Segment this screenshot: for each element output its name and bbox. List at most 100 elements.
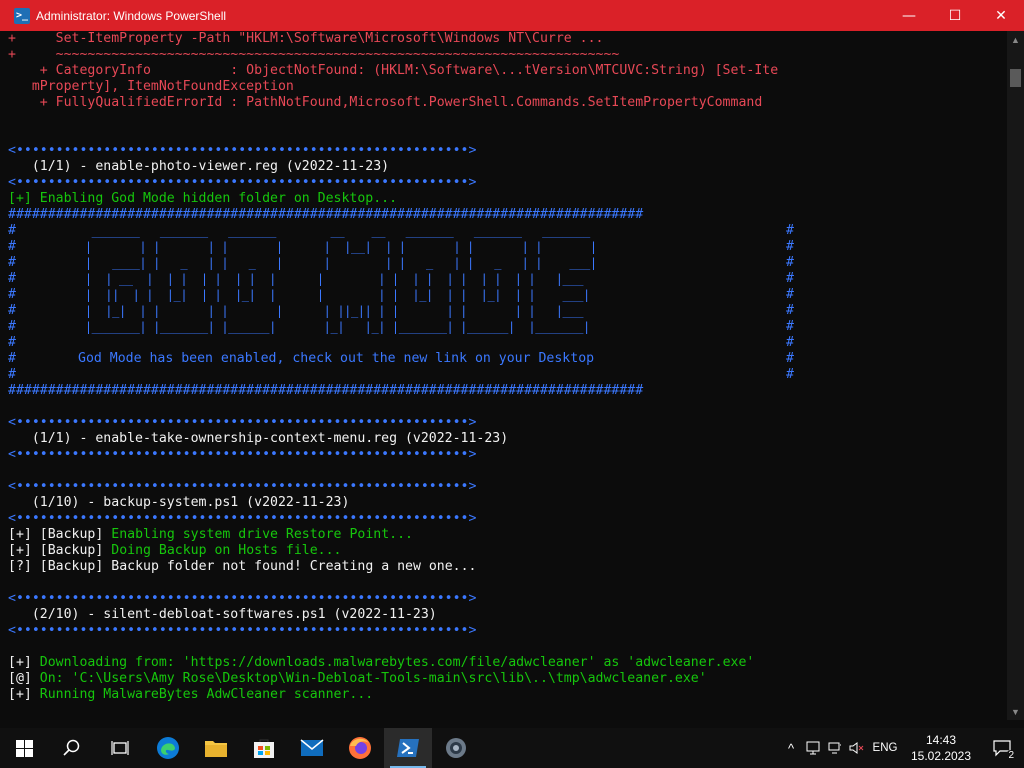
- minimize-icon: —: [902, 7, 916, 24]
- maximize-button[interactable]: ☐: [932, 0, 978, 31]
- minimize-button[interactable]: —: [886, 0, 932, 31]
- show-hidden-icons-button[interactable]: ^: [780, 728, 802, 768]
- hash-side-right: #: [786, 223, 794, 238]
- backup-line: [+] [Backup] Doing Backup on Hosts file.…: [8, 543, 342, 558]
- hash-side-right: #: [786, 271, 794, 286]
- hash-side-right: #: [786, 239, 794, 254]
- godmode-status-line: [+] Enabling God Mode hidden folder on D…: [8, 191, 398, 206]
- hash-side-left: #: [8, 367, 16, 382]
- hash-side-left: #: [8, 255, 16, 270]
- system-tray: ^ ENG 14:43 15.02.2023 2: [780, 728, 1024, 768]
- notification-count-badge: 2: [1006, 750, 1016, 761]
- download-line: [+] Running MalwareBytes AdwCleaner scan…: [8, 687, 374, 702]
- edge-button[interactable]: [144, 728, 192, 768]
- hash-border-bottom: ########################################…: [8, 383, 644, 398]
- hash-side-right: #: [786, 351, 794, 366]
- folder-icon: [205, 741, 227, 757]
- file-explorer-button[interactable]: [192, 728, 240, 768]
- mail-button[interactable]: [288, 728, 336, 768]
- taskbar: ^ ENG 14:43 15.02.2023 2: [0, 728, 1024, 768]
- separator-line: <•••••••••••••••••••••••••••••••••••••••…: [8, 623, 477, 638]
- section-title: (1/1) - enable-take-ownership-context-me…: [8, 431, 509, 446]
- clock-date: 15.02.2023: [910, 749, 972, 763]
- store-icon: [254, 739, 274, 758]
- download-line: [+] Downloading from: 'https://downloads…: [8, 655, 755, 670]
- search-icon: [63, 739, 80, 756]
- hash-side-right: #: [786, 303, 794, 318]
- chevron-up-icon: ^: [787, 740, 795, 756]
- error-line: + Set-ItemProperty -Path "HKLM:\Software…: [8, 31, 604, 46]
- hash-side-left: #: [8, 351, 16, 366]
- edge-icon: [157, 737, 179, 759]
- backup-line: [+] [Backup] Enabling system drive Resto…: [8, 527, 413, 542]
- close-icon: ✕: [995, 7, 1007, 24]
- monitor-icon: [828, 742, 841, 754]
- hash-side-left: #: [8, 239, 16, 254]
- godmode-message: God Mode has been enabled, check out the…: [78, 351, 595, 366]
- mail-icon: [300, 739, 324, 756]
- hash-side-right: #: [786, 255, 794, 270]
- separator-line: <•••••••••••••••••••••••••••••••••••••••…: [8, 591, 477, 606]
- section-title: (2/10) - silent-debloat-softwares.ps1 (v…: [8, 607, 437, 622]
- firefox-button[interactable]: [336, 728, 384, 768]
- hash-side-right: #: [786, 335, 794, 350]
- backup-line: [?] [Backup] Backup folder not found! Cr…: [8, 559, 477, 574]
- start-button[interactable]: [0, 728, 48, 768]
- separator-line: <•••••••••••••••••••••••••••••••••••••••…: [8, 175, 477, 190]
- error-line: mProperty], ItemNotFoundException: [8, 79, 294, 94]
- godmode-art-line: _______ _______ _______ __ __ _______ __…: [78, 224, 597, 238]
- error-line: + ~~~~~~~~~~~~~~~~~~~~~~~~~~~~~~~~~~~~~~…: [8, 47, 620, 62]
- separator-line: <•••••••••••••••••••••••••••••••••••••••…: [8, 415, 477, 430]
- hash-side-right: #: [786, 367, 794, 382]
- separator-line: <•••••••••••••••••••••••••••••••••••••••…: [8, 447, 477, 462]
- section-title: (1/10) - backup-system.ps1 (v2022-11-23): [8, 495, 350, 510]
- vertical-scrollbar[interactable]: ▲ ▼: [1007, 31, 1024, 720]
- godmode-art-line: | |_| | | | | | | ||_|| | | | | | | |___: [78, 304, 590, 318]
- godmode-art-line: | ____| | _ | | _ | | | | _ | | _ | | __…: [78, 256, 597, 270]
- language-indicator[interactable]: ENG: [868, 742, 902, 754]
- scroll-up-icon[interactable]: ▲: [1007, 31, 1024, 48]
- error-line: + CategoryInfo : ObjectNotFound: (HKLM:\…: [8, 63, 779, 78]
- task-view-button[interactable]: [96, 728, 144, 768]
- clock-time: 14:43: [925, 733, 957, 747]
- firefox-icon: [349, 737, 371, 759]
- console-output[interactable]: + Set-ItemProperty -Path "HKLM:\Software…: [0, 31, 1000, 720]
- window-titlebar[interactable]: >_ Administrator: Windows PowerShell — ☐…: [0, 0, 1024, 31]
- section-title: (1/1) - enable-photo-viewer.reg (v2022-1…: [8, 159, 390, 174]
- hash-border-top: ########################################…: [8, 207, 644, 222]
- action-center-button[interactable]: 2: [980, 728, 1024, 768]
- scrollbar-thumb[interactable]: [1010, 69, 1021, 87]
- store-button[interactable]: [240, 728, 288, 768]
- hash-side-left: #: [8, 223, 16, 238]
- powershell-icon: >_: [14, 7, 30, 24]
- task-view-icon: [111, 741, 129, 755]
- settings-button[interactable]: [432, 728, 480, 768]
- powershell-icon: [397, 739, 419, 757]
- hash-side-left: #: [8, 303, 16, 318]
- scroll-down-icon[interactable]: ▼: [1007, 703, 1024, 720]
- close-button[interactable]: ✕: [978, 0, 1024, 31]
- tray-icon-2[interactable]: [824, 728, 846, 768]
- gear-icon: [446, 738, 466, 758]
- hash-side-left: #: [8, 287, 16, 302]
- godmode-art-line: |_______| |_______| |______| |_| |_| |__…: [78, 320, 590, 334]
- hash-side-left: #: [8, 319, 16, 334]
- download-line: [@] On: 'C:\Users\Amy Rose\Desktop\Win-D…: [8, 671, 707, 686]
- search-button[interactable]: [48, 728, 96, 768]
- hash-side-left: #: [8, 335, 16, 350]
- clock[interactable]: 14:43 15.02.2023: [902, 732, 980, 764]
- separator-line: <•••••••••••••••••••••••••••••••••••••••…: [8, 511, 477, 526]
- error-line: + FullyQualifiedErrorId : PathNotFound,M…: [8, 95, 763, 110]
- maximize-icon: ☐: [948, 7, 962, 24]
- godmode-art-line: | || | | |_| | | |_| | | | | |_| | | |_|…: [78, 288, 590, 302]
- hash-side-right: #: [786, 319, 794, 334]
- powershell-button[interactable]: [384, 728, 432, 768]
- network-tray-button[interactable]: [802, 728, 824, 768]
- volume-button[interactable]: [846, 728, 868, 768]
- volume-muted-icon: [849, 742, 864, 754]
- separator-line: <•••••••••••••••••••••••••••••••••••••••…: [8, 143, 477, 158]
- godmode-art-line: | | | | | | | |__| | | | | | | |: [78, 240, 597, 254]
- network-icon: [806, 741, 820, 755]
- hash-side-right: #: [786, 287, 794, 302]
- separator-line: <•••••••••••••••••••••••••••••••••••••••…: [8, 479, 477, 494]
